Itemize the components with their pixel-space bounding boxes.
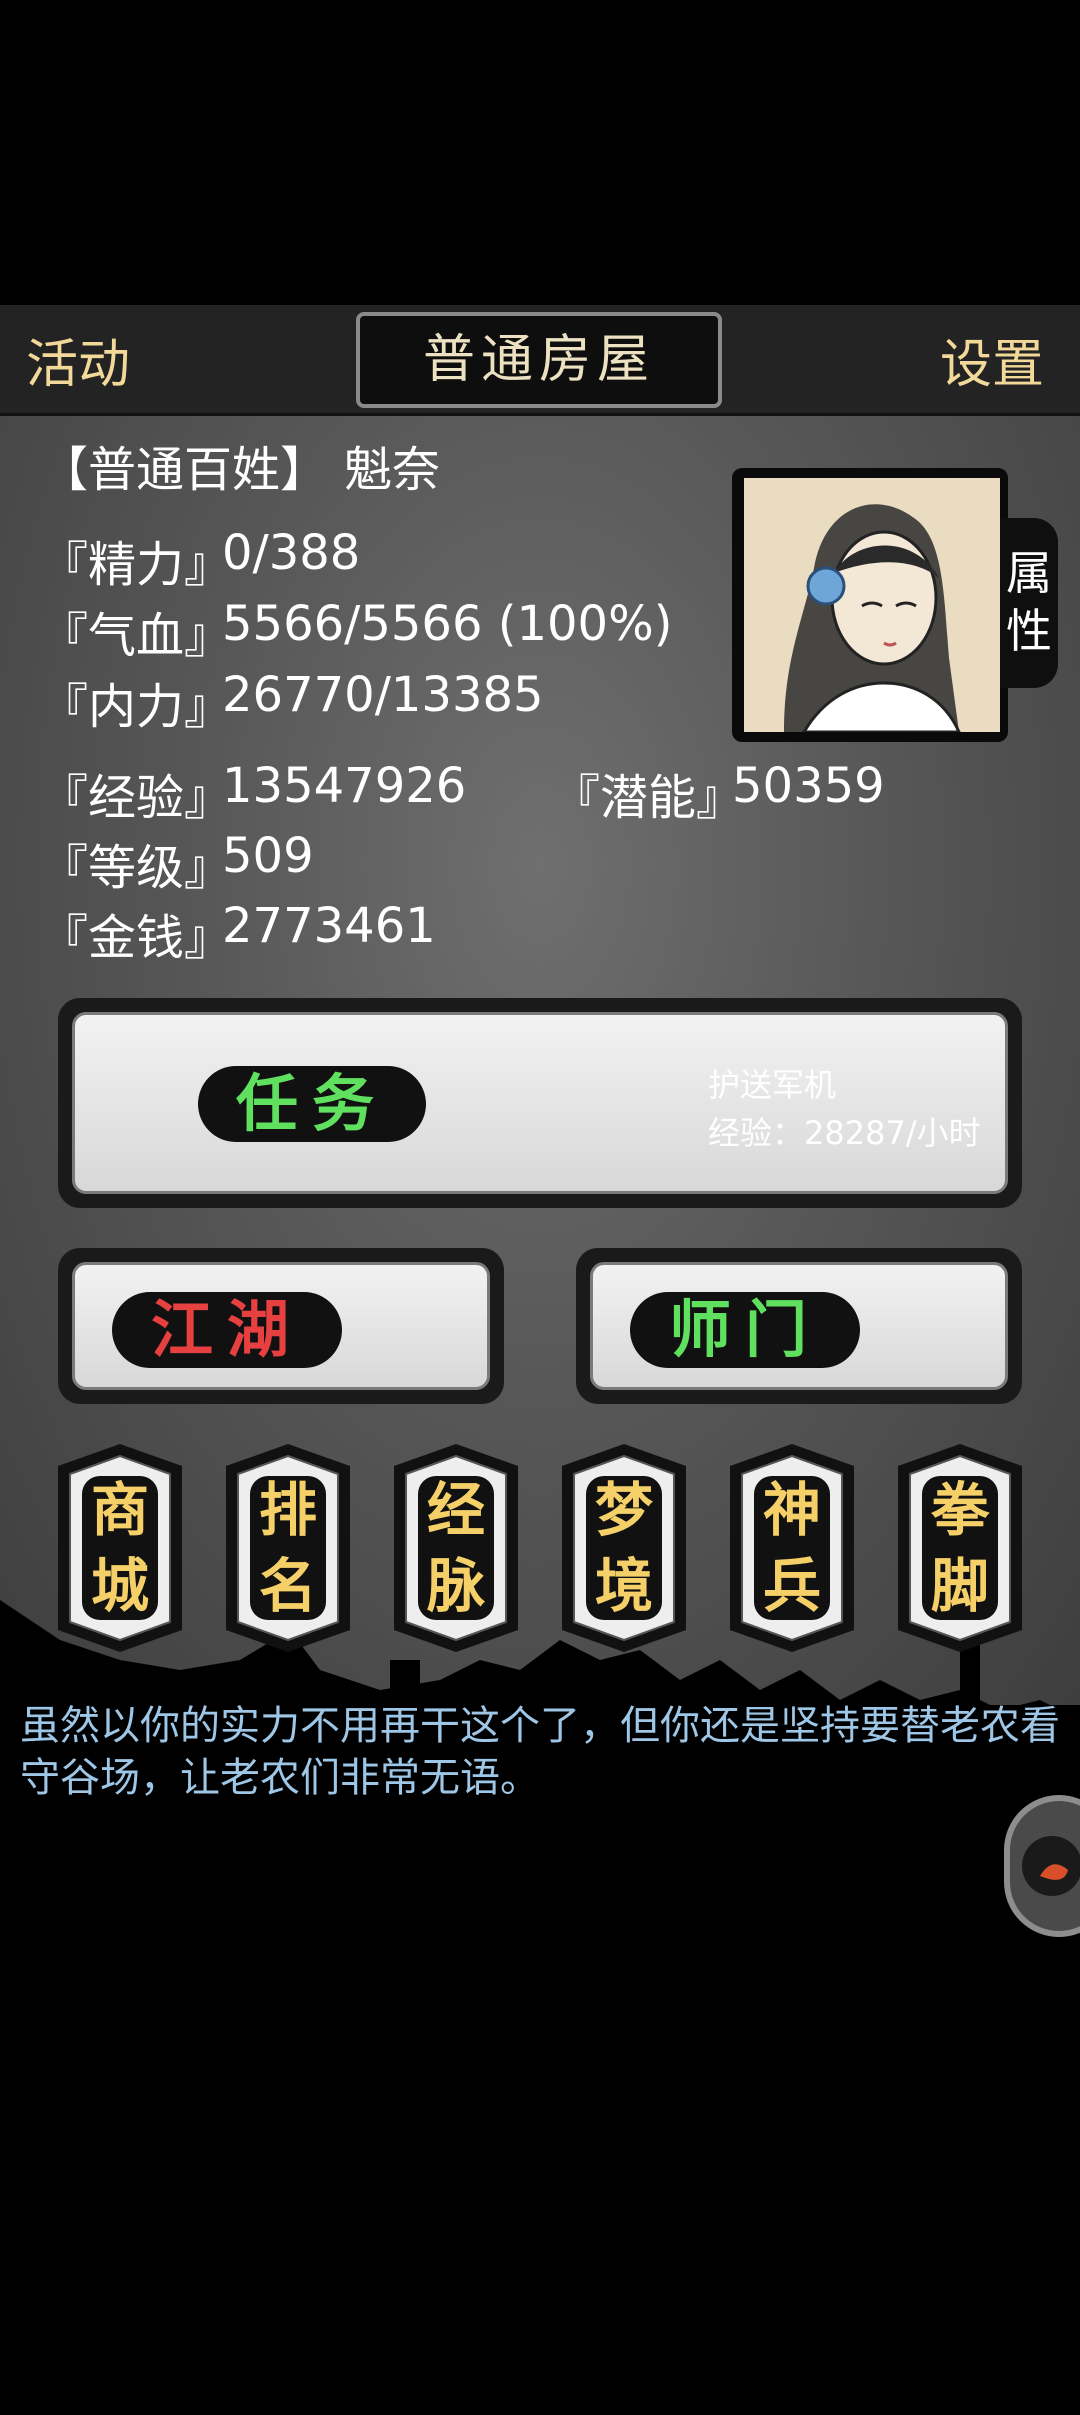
stat-inner-value: 26770/13385	[222, 667, 544, 723]
event-message: 虽然以你的实力不用再干这个了，但你还是坚持要替老农看守谷场，让老农们非常无语。	[20, 1703, 1060, 1801]
shop-button[interactable]: 商城	[56, 1442, 184, 1654]
meridian-button[interactable]: 经脉	[392, 1442, 520, 1654]
dreamland-label-bottom: 境	[594, 1552, 653, 1620]
task-label: 任务	[198, 1066, 426, 1142]
attributes-tab-label: 属性	[1006, 546, 1052, 658]
dreamland-label-top: 梦	[594, 1476, 653, 1544]
level-value: 509	[222, 828, 314, 884]
shop-label-bottom: 城	[90, 1552, 149, 1620]
stat-hp-value: 5566/5566 (100%)	[222, 596, 673, 652]
meridian-label-bottom: 脉	[426, 1552, 485, 1620]
shop-label-top: 商	[90, 1476, 149, 1544]
jianghu-label: 江湖	[112, 1292, 342, 1368]
task-name: 护送军机	[708, 1066, 837, 1104]
ranking-button[interactable]: 排名	[224, 1442, 352, 1654]
meridian-label-top: 经	[426, 1476, 485, 1544]
stat-energy-label: 『精力』	[40, 537, 233, 593]
task-exp-rate: 经验：28287/小时	[708, 1114, 981, 1152]
dreamland-button[interactable]: 梦境	[560, 1442, 688, 1654]
ranking-label-bottom: 名	[258, 1552, 317, 1620]
money-value: 2773461	[222, 898, 436, 954]
potential-label: 『潜能』	[552, 770, 745, 826]
attributes-tab[interactable]: 属性	[1000, 518, 1058, 688]
stat-energy-value: 0/388	[222, 525, 361, 581]
shimen-label: 师门	[630, 1292, 860, 1368]
divine-weapon-label-top: 神	[762, 1476, 821, 1544]
fist-kick-label-bottom: 脚	[930, 1552, 989, 1620]
fist-kick-label-top: 拳	[930, 1476, 989, 1544]
village-silhouette	[0, 1600, 1080, 2160]
level-label: 『等级』	[40, 840, 233, 896]
avatar[interactable]	[744, 478, 1000, 732]
fist-kick-button[interactable]: 拳脚	[896, 1442, 1024, 1654]
player-name: 魁奈	[344, 442, 441, 498]
location-title: 普通房屋	[356, 312, 722, 408]
money-label: 『金钱』	[40, 910, 233, 966]
settings-button[interactable]: 设置	[940, 322, 1044, 397]
activity-button[interactable]: 活动	[26, 322, 130, 397]
rank-label: 【普通百姓】	[40, 442, 329, 498]
ranking-label-top: 排	[258, 1476, 317, 1544]
potential-value: 50359	[732, 758, 885, 814]
exp-value: 13547926	[222, 758, 467, 814]
divine-weapon-button[interactable]: 神兵	[728, 1442, 856, 1654]
stat-hp-label: 『气血』	[40, 608, 233, 664]
stat-inner-label: 『内力』	[40, 679, 233, 735]
exp-label: 『经验』	[40, 770, 233, 826]
divine-weapon-label-bottom: 兵	[762, 1552, 821, 1620]
floating-assist-button[interactable]	[1004, 1795, 1080, 1937]
